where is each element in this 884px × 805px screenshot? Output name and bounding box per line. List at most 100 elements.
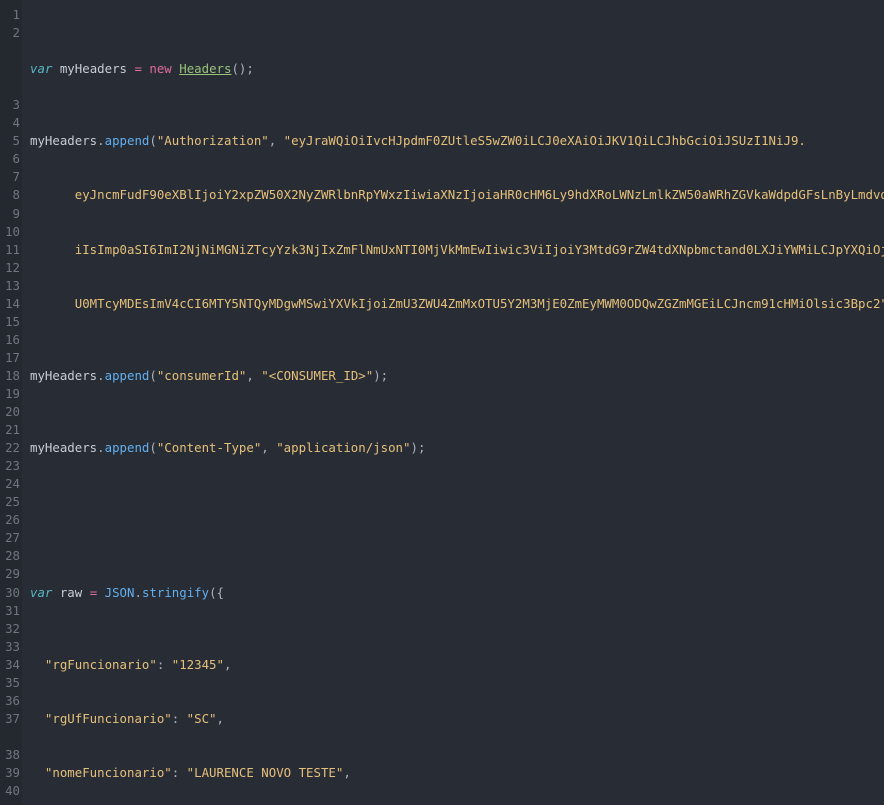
code-line-2-wrap-3: U0MTcyMDEsImV4cCI6MTY5NTQyMDgwMSwiYXVkIj… [30,295,884,313]
paren-open: ( [149,133,157,149]
paren-open: ( [149,367,157,383]
line-number: 33 [5,638,20,654]
object-myheaders: myHeaders [30,440,98,456]
paren-close: ); [410,440,426,456]
comma: , [246,367,262,383]
code-line-2-wrap-1: eyJncmFudF90eXBlIjoiY2xpZW50X2NyZWRlbnRp… [30,186,884,204]
code-line-5-empty [30,511,884,529]
jwt-token-part-1: "eyJraWQiOiIvcHJpdmF0ZUtleS5wZW0iLCJ0eXA… [283,133,806,149]
jwt-token-part-4: U0MTcyMDEsImV4cCI6MTY5NTQyMDgwMSwiYXVkIj… [74,295,884,311]
json-value: "LAURENCE NOVO TESTE" [186,764,344,780]
operator-assign: = [134,61,142,77]
comma: , [343,764,351,780]
line-number: 14 [5,295,20,311]
line-number: 24 [5,476,20,492]
class-headers: Headers [179,61,232,77]
keyword-new: new [141,61,180,77]
json-value: "SC" [186,710,217,726]
colon: : [171,710,187,726]
dot: . [97,133,105,149]
line-number: 32 [5,620,20,636]
arg-consumerid: "consumerId" [156,367,247,383]
jwt-token-part-2: eyJncmFudF90eXBlIjoiY2xpZW50X2NyZWRlbnRp… [74,187,884,203]
line-number-spacer [0,60,22,78]
code-line-2-wrap-2: iIsImp0aSI6ImI2NjNiMGNiZTcyYzk3NjIxZmFlN… [30,241,884,259]
line-number: 35 [5,674,20,690]
line-number: 29 [5,566,20,582]
code-content[interactable]: var myHeaders = new Headers(); myHeaders… [22,0,884,805]
line-number: 18 [5,367,20,383]
jwt-token-part-3: iIsImp0aSI6ImI2NjNiMGNiZTcyYzk3NjIxZmFlN… [74,241,884,257]
comma: , [268,133,284,149]
code-line-1: var myHeaders = new Headers(); [30,60,884,78]
line-number: 15 [5,313,20,329]
code-editor[interactable]: 1 2 3 4 5 6 7 8 9 10 11 12 13 14 15 16 1… [0,0,884,805]
arg-consumer-id-value: "<CONSUMER_ID>" [261,367,374,383]
code-line-9: "nomeFuncionario": "LAURENCE NOVO TESTE"… [30,764,884,782]
line-number: 11 [5,241,20,257]
line-number: 20 [5,404,20,420]
line-number: 16 [5,331,20,347]
line-number: 27 [5,530,20,546]
line-number: 8 [12,187,20,203]
line-number-spacer [0,728,22,746]
code-line-6: var raw = JSON.stringify({ [30,584,884,602]
method-append: append [104,440,150,456]
line-number: 23 [5,458,20,474]
comma: , [216,710,224,726]
identifier-raw: raw [52,584,90,600]
line-number: 31 [5,602,20,618]
method-stringify: stringify [141,584,210,600]
keyword-var: var [30,584,53,600]
line-number: 17 [5,349,20,365]
json-key-nomefuncionario: "nomeFuncionario" [44,764,172,780]
method-append: append [104,133,150,149]
json-value: "12345" [171,656,224,672]
colon: : [171,764,187,780]
line-number: 3 [12,97,20,113]
line-number: 36 [5,692,20,708]
line-number: 5 [12,133,20,149]
punctuation: ({ [209,584,225,600]
code-line-2: myHeaders.append("Authorization", "eyJra… [30,132,884,150]
line-number-spacer [0,78,22,96]
line-number: 22 [5,440,20,456]
identifier: myHeaders [52,61,135,77]
line-number: 39 [5,764,20,780]
line-number: 19 [5,385,20,401]
keyword-var: var [30,61,53,77]
line-number: 28 [5,548,20,564]
line-number: 26 [5,512,20,528]
line-number: 38 [5,746,20,762]
line-number: 10 [5,223,20,239]
line-number: 40 [5,783,20,799]
line-number: 13 [5,277,20,293]
arg-authorization: "Authorization" [156,133,269,149]
code-line-4: myHeaders.append("Content-Type", "applic… [30,439,884,457]
dot: . [97,440,105,456]
line-number: 9 [12,205,20,221]
comma: , [261,440,277,456]
code-line-8: "rgUfFuncionario": "SC", [30,710,884,728]
line-number-gutter: 1 2 3 4 5 6 7 8 9 10 11 12 13 14 15 16 1… [0,0,22,805]
arg-application-json: "application/json" [276,440,411,456]
line-number: 1 [12,7,20,22]
code-line-3: myHeaders.append("consumerId", "<CONSUME… [30,367,884,385]
line-number: 4 [12,115,20,131]
line-number: 7 [12,169,20,185]
line-number: 30 [5,584,20,600]
line-number: 21 [5,422,20,438]
line-number: 34 [5,656,20,672]
line-number-spacer [0,42,22,60]
object-myheaders: myHeaders [30,133,98,149]
line-number: 2 [12,25,20,41]
code-line-7: "rgFuncionario": "12345", [30,656,884,674]
arg-content-type: "Content-Type" [156,440,262,456]
line-number: 12 [5,259,20,275]
line-number: 25 [5,494,20,510]
punctuation: (); [231,61,254,77]
colon: : [156,656,172,672]
